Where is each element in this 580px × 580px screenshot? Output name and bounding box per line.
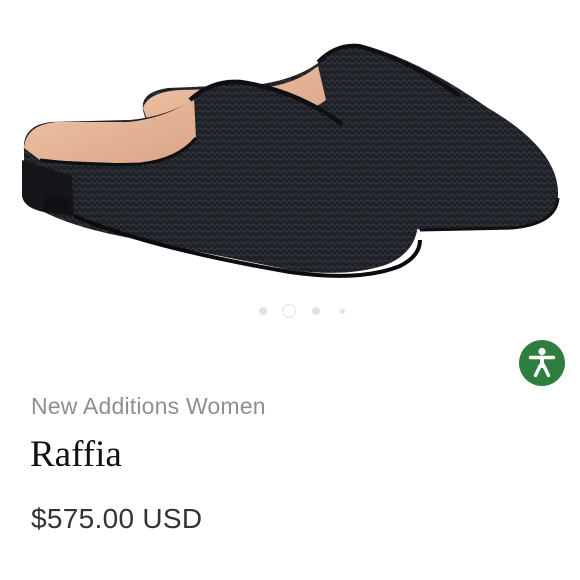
breadcrumb[interactable]: New Additions Women xyxy=(31,393,266,420)
product-title: Raffia xyxy=(30,434,122,475)
carousel-dot[interactable] xyxy=(340,309,345,314)
carousel-dots xyxy=(0,302,580,320)
carousel-dot-active[interactable] xyxy=(282,304,296,318)
carousel-dot[interactable] xyxy=(312,307,320,315)
product-image[interactable] xyxy=(0,0,580,292)
slipper-mule-image xyxy=(22,43,560,278)
product-price: $575.00 USD xyxy=(31,503,203,534)
accessibility-button[interactable] xyxy=(519,340,565,386)
accessibility-person-icon xyxy=(528,347,556,378)
carousel-dot[interactable] xyxy=(259,307,267,315)
